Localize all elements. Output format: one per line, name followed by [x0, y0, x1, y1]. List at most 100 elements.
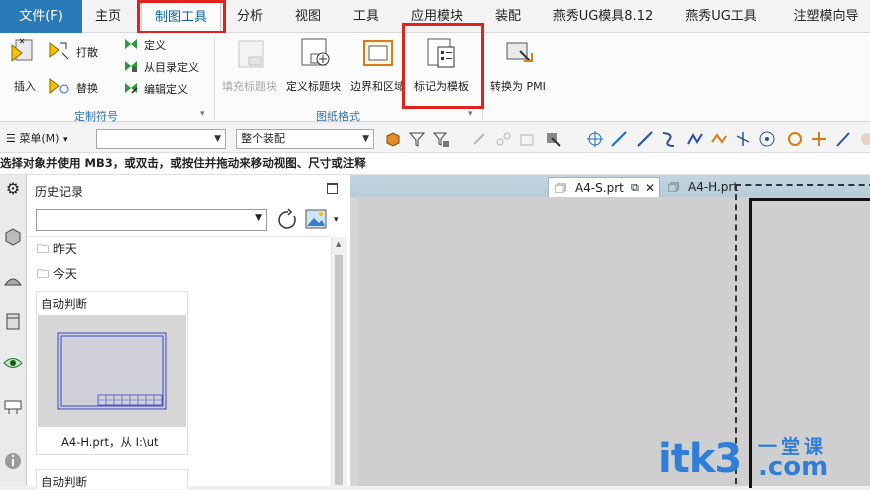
tab-a4-h[interactable]: 🗇 A4-H.prt: [666, 177, 746, 197]
arc-snap-icon[interactable]: [660, 130, 678, 148]
drawing-file-icon: 🗇: [555, 181, 567, 195]
cue-line: 选择对象并使用 MB3，或双击，或按住并拖动来移动视图、尺寸或注释: [0, 153, 870, 175]
define-title-block-button[interactable]: 定义标题块: [286, 37, 346, 103]
highlight-box-mark-as-template: [402, 23, 484, 109]
chevron-down-icon: ▼: [362, 134, 369, 144]
cue-line-text: 选择对象并使用 MB3，或双击，或按住并拖动来移动视图、尺寸或注释: [0, 156, 366, 170]
tab-mold-wizard[interactable]: 注塑模向导: [784, 0, 868, 33]
midpoint-snap-icon[interactable]: [686, 130, 704, 148]
tree-node-today[interactable]: 🗀 今天: [37, 264, 77, 284]
resource-bar: ⚙: [0, 175, 27, 486]
drawing-file-icon: 🗇: [668, 180, 680, 194]
hamburger-icon: ☰: [6, 132, 16, 145]
tab-home[interactable]: 主页: [86, 0, 130, 33]
constraint-navigator-icon[interactable]: [3, 271, 23, 291]
card-label: 自动判断: [41, 297, 87, 311]
tab-a4-s[interactable]: 🗇 A4-S.prt ⧉ ✕: [548, 177, 660, 197]
cube-filter-icon[interactable]: [384, 130, 402, 148]
convert-to-pmi-button[interactable]: 转换为 PMI: [488, 37, 552, 103]
line-snap-icon[interactable]: [610, 130, 628, 148]
catalog-define-icon: [125, 61, 137, 72]
filter-settings-icon[interactable]: [432, 130, 450, 148]
maximize-icon[interactable]: [327, 183, 338, 194]
snap-group-icon[interactable]: [494, 130, 512, 148]
settings-gear-icon[interactable]: ⚙: [3, 179, 23, 199]
part-navigator-icon[interactable]: [3, 311, 23, 331]
control-point-snap-icon[interactable]: [710, 130, 728, 148]
intersection-snap-icon[interactable]: [734, 130, 752, 148]
info-icon[interactable]: [3, 451, 23, 471]
borders-zones-label: 边界和区域: [350, 80, 405, 93]
chevron-down-icon[interactable]: ▾: [334, 215, 339, 225]
tangent-snap-icon[interactable]: [834, 130, 852, 148]
watermark-logo: itk3: [658, 436, 742, 482]
filter-icon[interactable]: [408, 130, 426, 148]
edit-define-icon: [125, 83, 138, 94]
selection-scope-select[interactable]: 整个装配 ▼: [236, 129, 374, 149]
group-separator: [214, 37, 215, 119]
tree-node-yesterday[interactable]: 🗀 昨天: [37, 239, 77, 259]
divider: [27, 236, 331, 237]
insert-symbol-icon: [11, 38, 33, 63]
custom-symbol-launcher-icon[interactable]: ▾: [200, 109, 205, 119]
insert-button[interactable]: 插入: [6, 37, 40, 103]
convert-to-pmi-label: 转换为 PMI: [490, 80, 546, 93]
tab-yanxiu-tools[interactable]: 燕秀UG工具: [678, 0, 764, 33]
endpoint-snap-icon[interactable]: [636, 130, 654, 148]
tree-node-label: 今天: [52, 267, 77, 281]
roles-icon[interactable]: [3, 397, 23, 417]
type-filter-select[interactable]: ▼: [96, 129, 226, 149]
fill-title-block-label: 填充标题块: [222, 80, 277, 93]
folder-icon: 🗀: [37, 242, 50, 256]
assembly-navigator-icon[interactable]: [3, 227, 23, 247]
history-card[interactable]: 自动判断: [36, 469, 188, 489]
drawing-thumbnail-icon: [57, 332, 167, 410]
history-scrollbar[interactable]: ▲: [331, 237, 347, 486]
define-from-catalog-button[interactable]: 从目录定义: [124, 58, 214, 74]
punch-button[interactable]: 打散: [48, 39, 108, 63]
replace-label: 替换: [76, 82, 98, 95]
selection-scope-value: 整个装配: [241, 132, 285, 145]
tab-analysis[interactable]: 分析: [228, 0, 272, 33]
snap-disabled-icon[interactable]: [470, 130, 488, 148]
refresh-icon[interactable]: [277, 208, 299, 232]
scroll-up-icon[interactable]: ▲: [336, 240, 341, 248]
tab-tools[interactable]: 工具: [344, 0, 388, 33]
replace-button[interactable]: 替换: [48, 75, 108, 99]
eye-icon[interactable]: [3, 353, 23, 373]
borders-zones-button[interactable]: 边界和区域: [348, 37, 408, 103]
quadrant-snap-icon[interactable]: [786, 130, 804, 148]
define-button[interactable]: 定义: [124, 36, 214, 52]
punch-icon: [49, 41, 69, 60]
group-label-drawing-format: 图纸格式: [316, 110, 360, 123]
tab-label: A4-H.prt: [688, 180, 739, 194]
assembly-disabled-icon[interactable]: [518, 130, 536, 148]
close-icon[interactable]: ✕: [645, 178, 655, 198]
center-snap-icon[interactable]: [758, 130, 776, 148]
scrollbar-thumb[interactable]: [335, 255, 343, 485]
edit-define-label: 编辑定义: [144, 83, 188, 96]
drawing-format-launcher-icon[interactable]: ▾: [468, 109, 473, 119]
more-snap-icon[interactable]: [858, 130, 870, 148]
fill-title-block-button[interactable]: 填充标题块: [222, 37, 282, 103]
file-menu[interactable]: 文件(F): [0, 0, 82, 33]
tab-assembly[interactable]: 装配: [486, 0, 530, 33]
watermark-sub-2: .com: [758, 452, 829, 482]
define-label: 定义: [144, 39, 166, 52]
edit-define-button[interactable]: 编辑定义: [124, 80, 214, 96]
menu-dropdown[interactable]: ☰ 菜单(M) ▾: [6, 130, 67, 149]
define-title-block-icon: [301, 38, 330, 66]
select-mode-icon[interactable]: [544, 130, 562, 148]
top-toolbar: ☰ 菜单(M) ▾ ▼ 整个装配 ▼: [0, 125, 870, 153]
tab-view[interactable]: 视图: [286, 0, 330, 33]
tab-yanxiu-mold[interactable]: 燕秀UG模具8.12: [548, 0, 658, 33]
history-search-combo[interactable]: ▼: [36, 209, 267, 231]
history-title: 历史记录: [35, 185, 84, 199]
point-on-curve-snap-icon[interactable]: [810, 130, 828, 148]
history-card[interactable]: 自动判断 A4-H.prt，从 I:\ut: [36, 291, 188, 455]
image-view-icon[interactable]: [305, 208, 329, 230]
chevron-down-icon: ▼: [255, 213, 262, 223]
card-label: 自动判断: [41, 475, 87, 489]
define-title-block-label: 定义标题块: [286, 80, 341, 93]
crosshair-snap-icon[interactable]: [586, 130, 604, 148]
